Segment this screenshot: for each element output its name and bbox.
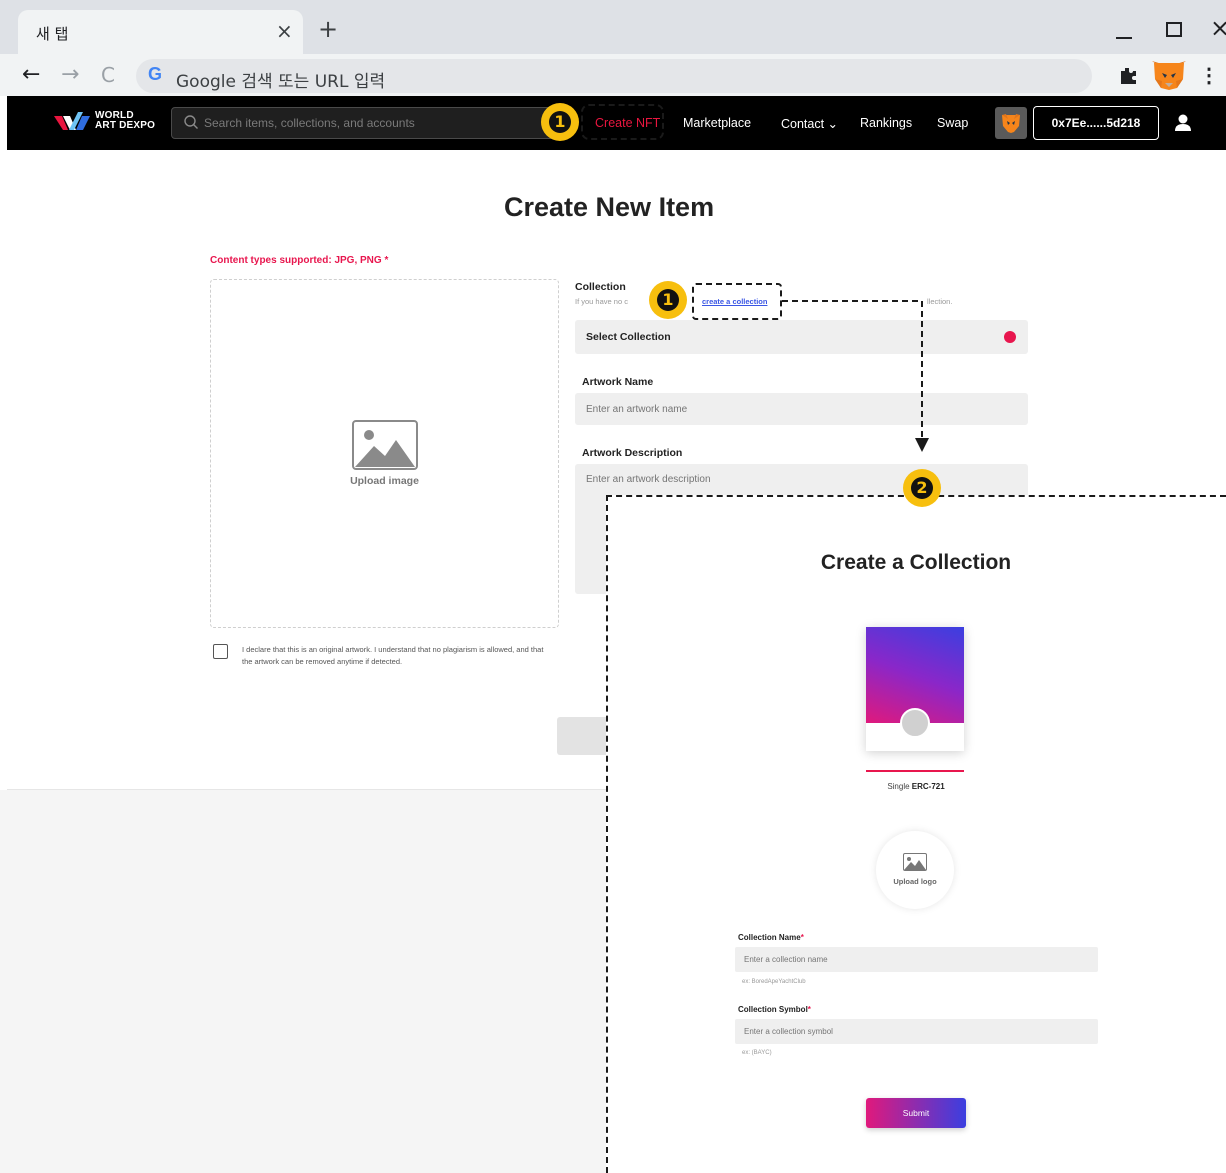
collection-symbol-label-text: Collection Symbol [738, 1005, 808, 1014]
erc721-label: Single ERC-721 [608, 782, 1224, 791]
user-icon[interactable] [1174, 113, 1192, 133]
declaration-text: I declare that this is an original artwo… [242, 645, 544, 666]
collection-symbol-hint: ex: (BAYC) [742, 1050, 772, 1056]
submit-button[interactable]: Submit [866, 1098, 966, 1128]
collection-symbol-label: Collection Symbol* [738, 1005, 811, 1014]
new-tab-button[interactable]: + [318, 17, 338, 41]
window-minimize-button[interactable] [1116, 17, 1134, 41]
artwork-description-label: Artwork Description [582, 447, 683, 459]
chevron-down-icon [1004, 331, 1016, 343]
collection-symbol-input[interactable] [735, 1019, 1098, 1044]
browser-toolbar: ← → C G Google 검색 또는 URL 입력 ⋮ [0, 54, 1226, 96]
step-badge-2: 2 [903, 469, 941, 507]
collection-select-value: Select Collection [586, 331, 671, 343]
highlight-create-nft [581, 104, 664, 140]
upload-image-label: Upload image [350, 475, 419, 487]
logo-line-2: ART DEXPO [95, 120, 156, 131]
step-badge-1: 1 [649, 281, 687, 319]
artwork-name-label: Artwork Name [582, 376, 654, 388]
site-search[interactable] [171, 107, 556, 139]
address-bar[interactable]: G Google 검색 또는 URL 입력 [136, 59, 1092, 93]
collection-hint-text: If you have no c [575, 297, 628, 306]
collection-select[interactable]: Select Collection [575, 320, 1028, 354]
create-collection-panel: Create a Collection Single ERC-721 Uploa… [606, 495, 1226, 1173]
artwork-name-input[interactable] [575, 393, 1028, 425]
search-input[interactable] [204, 108, 544, 138]
reload-button[interactable]: C [101, 63, 115, 87]
erc-label-prefix: Single [887, 782, 912, 791]
image-placeholder-icon [352, 420, 418, 470]
declaration-checkbox[interactable] [213, 644, 228, 659]
erc721-selected-indicator [866, 770, 964, 772]
erc721-option-card[interactable] [866, 627, 964, 751]
window-close-button[interactable]: × [1210, 14, 1226, 42]
erc721-card-avatar [900, 708, 930, 738]
address-bar-placeholder: Google 검색 또는 URL 입력 [176, 72, 386, 92]
browser-tab-bar: 새 탭 × + × [0, 0, 1226, 54]
back-button[interactable]: ← [22, 62, 40, 87]
upload-logo-label: Upload logo [893, 877, 937, 886]
collection-name-input[interactable] [735, 947, 1098, 972]
metamask-fox-icon[interactable] [1150, 59, 1188, 91]
screenshot-root: 새 탭 × + × ← → C G Google 검색 또는 URL 입력 ⋮ [0, 0, 1226, 1173]
page-title: Create New Item [504, 192, 715, 222]
step-number: 1 [662, 290, 674, 309]
content-types-note: Content types supported: JPG, PNG * [210, 255, 389, 266]
world-art-dexpo-logo-icon[interactable] [54, 110, 90, 136]
collection-name-label-text: Collection Name [738, 933, 801, 942]
highlight-create-collection [692, 283, 782, 320]
step-badge-1: 1 [541, 103, 579, 141]
step-number: 1 [554, 112, 566, 131]
step-number: 2 [916, 478, 928, 497]
window-maximize-button[interactable] [1166, 22, 1182, 37]
nav-contact[interactable]: Contact ⌄ [781, 116, 838, 131]
collection-label: Collection [575, 281, 626, 293]
nav-swap[interactable]: Swap [937, 116, 968, 130]
extensions-icon[interactable] [1118, 66, 1138, 86]
nav-marketplace[interactable]: Marketplace [683, 116, 751, 130]
collection-name-hint: ex: BoredApeYachtClub [742, 979, 806, 985]
forward-button[interactable]: → [61, 62, 79, 87]
browser-menu-icon[interactable]: ⋮ [1199, 63, 1219, 88]
wallet-fox-icon[interactable] [995, 107, 1027, 139]
google-icon: G [148, 64, 163, 84]
nav-rankings[interactable]: Rankings [860, 116, 912, 130]
modal-title: Create a Collection [820, 551, 1012, 574]
search-icon [184, 115, 198, 129]
collection-hint-text-end: llection. [927, 297, 953, 306]
browser-tab[interactable]: 새 탭 × [18, 10, 303, 54]
required-mark: * [800, 933, 804, 942]
upload-image-dropzone[interactable]: Upload image [210, 279, 559, 628]
collection-name-label: Collection Name* [738, 933, 804, 942]
image-placeholder-icon [903, 853, 927, 871]
tab-title: 새 탭 [36, 25, 69, 43]
site-logo-text[interactable]: WORLD ART DEXPO [95, 111, 155, 131]
required-mark: * [807, 1005, 811, 1014]
erc-label-standard: ERC-721 [911, 782, 945, 791]
wallet-address-button[interactable]: 0x7Ee......5d218 [1033, 106, 1159, 140]
upload-logo-button[interactable]: Upload logo [876, 831, 954, 909]
tab-close-icon[interactable]: × [276, 19, 293, 43]
